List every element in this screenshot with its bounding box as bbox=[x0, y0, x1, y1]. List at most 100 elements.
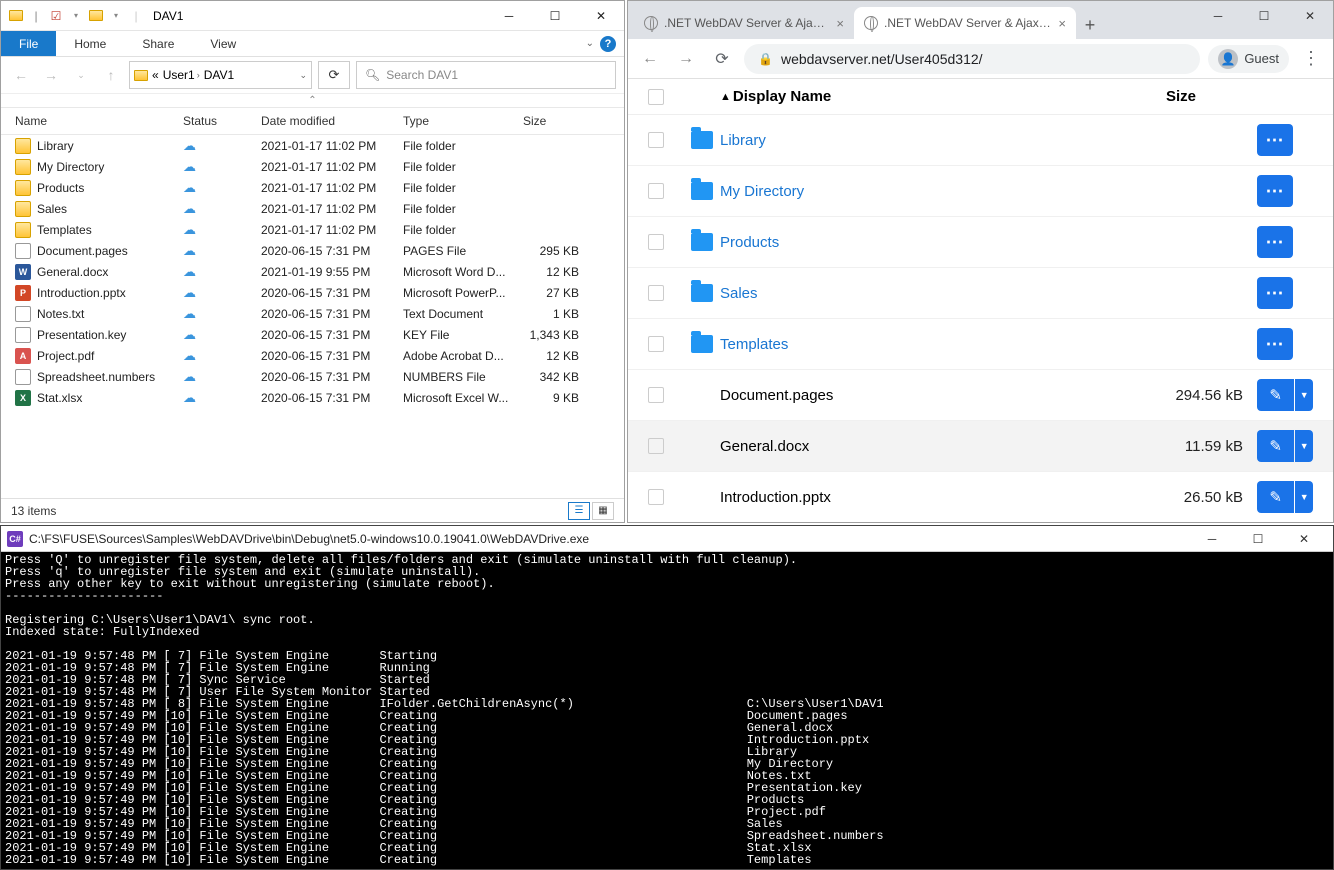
new-tab-button[interactable]: + bbox=[1076, 11, 1104, 39]
row-menu-button[interactable]: ⋯ bbox=[1257, 277, 1293, 309]
minimize-button[interactable]: ─ bbox=[1195, 1, 1241, 31]
checkmark-icon[interactable]: ☑ bbox=[47, 7, 65, 25]
back-button[interactable]: ← bbox=[636, 45, 664, 73]
webdav-row[interactable]: Library ⋯ bbox=[628, 115, 1333, 166]
edit-button[interactable]: ✎ bbox=[1257, 481, 1294, 513]
row-checkbox[interactable] bbox=[648, 387, 664, 403]
edit-dropdown-button[interactable]: ▼ bbox=[1295, 430, 1313, 462]
edit-dropdown-button[interactable]: ▼ bbox=[1295, 379, 1313, 411]
help-icon[interactable]: ? bbox=[600, 36, 616, 52]
edit-dropdown-button[interactable]: ▼ bbox=[1295, 481, 1313, 513]
minimize-button[interactable]: ─ bbox=[1189, 526, 1235, 552]
row-name[interactable]: Templates bbox=[720, 336, 1137, 353]
file-row[interactable]: My Directory☁2021-01-17 11:02 PMFile fol… bbox=[1, 156, 624, 177]
breadcrumb-seg[interactable]: User1 bbox=[163, 68, 195, 82]
row-checkbox[interactable] bbox=[648, 336, 664, 352]
address-field[interactable]: 🔒 webdavserver.net/User405d312/ bbox=[744, 44, 1200, 74]
qat-dropdown-icon[interactable]: ▾ bbox=[107, 7, 125, 25]
col-type[interactable]: Type bbox=[389, 108, 509, 134]
edit-button[interactable]: ✎ bbox=[1257, 430, 1294, 462]
row-menu-button[interactable]: ⋯ bbox=[1257, 328, 1293, 360]
row-name[interactable]: Products bbox=[720, 234, 1137, 251]
chevron-down-icon[interactable]: ⌄ bbox=[586, 38, 594, 49]
webdav-row[interactable]: Introduction.pptx26.50 kB✎▼ bbox=[628, 472, 1333, 522]
webdav-row[interactable]: Sales ⋯ bbox=[628, 268, 1333, 319]
ribbon-tab-view[interactable]: View bbox=[192, 31, 254, 56]
chevron-right-icon[interactable]: › bbox=[197, 70, 200, 80]
refresh-button[interactable]: ⟳ bbox=[318, 61, 350, 89]
file-grid[interactable]: Library☁2021-01-17 11:02 PMFile folderMy… bbox=[1, 135, 624, 498]
col-name[interactable]: Name bbox=[1, 108, 169, 134]
menu-button[interactable]: ⋮ bbox=[1297, 48, 1325, 69]
webdav-row[interactable]: Products ⋯ bbox=[628, 217, 1333, 268]
terminal-titlebar[interactable]: C# C:\FS\FUSE\Sources\Samples\WebDAVDriv… bbox=[1, 526, 1333, 552]
maximize-button[interactable]: ☐ bbox=[1235, 526, 1281, 552]
file-row[interactable]: Sales☁2021-01-17 11:02 PMFile folder bbox=[1, 198, 624, 219]
history-dropdown[interactable]: ⌄ bbox=[69, 63, 93, 87]
row-checkbox[interactable] bbox=[648, 234, 664, 250]
close-tab-icon[interactable]: × bbox=[836, 16, 844, 31]
breadcrumb-seg[interactable]: DAV1 bbox=[204, 68, 234, 82]
search-input[interactable]: 🔍︎ Search DAV1 bbox=[356, 61, 616, 89]
row-checkbox[interactable] bbox=[648, 285, 664, 301]
select-all-checkbox[interactable] bbox=[648, 89, 664, 105]
webdav-row[interactable]: General.docx11.59 kB✎▼ bbox=[628, 421, 1333, 472]
file-row[interactable]: Library☁2021-01-17 11:02 PMFile folder bbox=[1, 135, 624, 156]
qat-dropdown-icon[interactable]: ▾ bbox=[67, 7, 85, 25]
file-row[interactable]: Spreadsheet.numbers☁2020-06-15 7:31 PMNU… bbox=[1, 366, 624, 387]
profile-badge[interactable]: 👤 Guest bbox=[1208, 45, 1289, 73]
close-button[interactable]: ✕ bbox=[1287, 1, 1333, 31]
ribbon-tab-share[interactable]: Share bbox=[124, 31, 192, 56]
browser-tab-active[interactable]: .NET WebDAV Server & Ajax Libr × bbox=[854, 7, 1076, 39]
col-size[interactable]: Size bbox=[1121, 88, 1241, 105]
webdav-row[interactable]: My Directory ⋯ bbox=[628, 166, 1333, 217]
webdav-row[interactable]: Templates ⋯ bbox=[628, 319, 1333, 370]
terminal-body[interactable]: Press 'Q' to unregister file system, del… bbox=[1, 552, 1333, 869]
col-size[interactable]: Size bbox=[509, 108, 591, 134]
reload-button[interactable]: ⟳ bbox=[708, 45, 736, 73]
row-name[interactable]: Sales bbox=[720, 285, 1137, 302]
file-row[interactable]: PIntroduction.pptx☁2020-06-15 7:31 PMMic… bbox=[1, 282, 624, 303]
col-displayname[interactable]: ▲Display Name bbox=[720, 88, 1121, 105]
maximize-button[interactable]: ☐ bbox=[532, 1, 578, 31]
file-row[interactable]: XStat.xlsx☁2020-06-15 7:31 PMMicrosoft E… bbox=[1, 387, 624, 408]
forward-button[interactable]: → bbox=[39, 63, 63, 87]
scroll-up-caret[interactable]: ⌃ bbox=[1, 93, 624, 107]
file-row[interactable]: WGeneral.docx☁2021-01-19 9:55 PMMicrosof… bbox=[1, 261, 624, 282]
edit-button[interactable]: ✎ bbox=[1257, 379, 1294, 411]
close-tab-icon[interactable]: × bbox=[1058, 16, 1066, 31]
webdav-row[interactable]: Document.pages294.56 kB✎▼ bbox=[628, 370, 1333, 421]
row-checkbox[interactable] bbox=[648, 183, 664, 199]
up-button[interactable]: ↑ bbox=[99, 63, 123, 87]
breadcrumb-root[interactable]: « bbox=[152, 68, 159, 82]
row-menu-button[interactable]: ⋯ bbox=[1257, 175, 1293, 207]
back-button[interactable]: ← bbox=[9, 63, 33, 87]
browser-tab[interactable]: .NET WebDAV Server & Ajax Libr × bbox=[634, 7, 854, 39]
row-menu-button[interactable]: ⋯ bbox=[1257, 124, 1293, 156]
row-checkbox[interactable] bbox=[648, 438, 664, 454]
close-button[interactable]: ✕ bbox=[578, 1, 624, 31]
file-row[interactable]: AProject.pdf☁2020-06-15 7:31 PMAdobe Acr… bbox=[1, 345, 624, 366]
forward-button[interactable]: → bbox=[672, 45, 700, 73]
icons-view-button[interactable]: ▦ bbox=[592, 502, 614, 520]
address-bar[interactable]: « User1› DAV1 ⌄ bbox=[129, 61, 312, 89]
file-row[interactable]: Document.pages☁2020-06-15 7:31 PMPAGES F… bbox=[1, 240, 624, 261]
details-view-button[interactable]: ☰ bbox=[568, 502, 590, 520]
file-row[interactable]: Templates☁2021-01-17 11:02 PMFile folder bbox=[1, 219, 624, 240]
row-checkbox[interactable] bbox=[648, 132, 664, 148]
col-date[interactable]: Date modified bbox=[247, 108, 389, 134]
explorer-titlebar[interactable]: | ☑ ▾ ▾ | DAV1 ─ ☐ ✕ bbox=[1, 1, 624, 31]
row-name[interactable]: My Directory bbox=[720, 183, 1137, 200]
ribbon-tab-home[interactable]: Home bbox=[56, 31, 124, 56]
file-row[interactable]: Products☁2021-01-17 11:02 PMFile folder bbox=[1, 177, 624, 198]
col-status[interactable]: Status bbox=[169, 108, 247, 134]
file-row[interactable]: Presentation.key☁2020-06-15 7:31 PMKEY F… bbox=[1, 324, 624, 345]
row-name[interactable]: Library bbox=[720, 132, 1137, 149]
close-button[interactable]: ✕ bbox=[1281, 526, 1327, 552]
file-row[interactable]: Notes.txt☁2020-06-15 7:31 PMText Documen… bbox=[1, 303, 624, 324]
row-checkbox[interactable] bbox=[648, 489, 664, 505]
minimize-button[interactable]: ─ bbox=[486, 1, 532, 31]
row-menu-button[interactable]: ⋯ bbox=[1257, 226, 1293, 258]
maximize-button[interactable]: ☐ bbox=[1241, 1, 1287, 31]
ribbon-file-tab[interactable]: File bbox=[1, 31, 56, 56]
